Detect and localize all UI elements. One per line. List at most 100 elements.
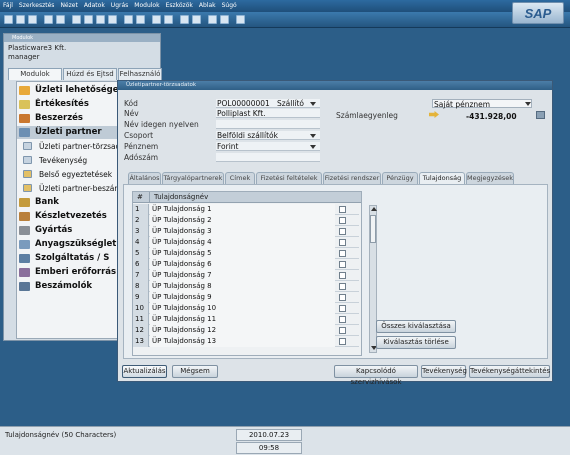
row-number: 10: [133, 303, 149, 314]
property-checkbox[interactable]: [339, 239, 346, 246]
currency-field[interactable]: Forint: [216, 142, 320, 151]
property-checkbox[interactable]: [339, 283, 346, 290]
scroll-thumb[interactable]: [370, 215, 376, 243]
find-icon[interactable]: [44, 15, 53, 24]
menu-file[interactable]: Fájl: [0, 0, 16, 12]
tab-drag-drop[interactable]: Húzd és Ejtsd: [63, 68, 117, 80]
toolbar: [0, 12, 570, 28]
scroll-up-icon[interactable]: [371, 207, 377, 211]
chevron-down-icon[interactable]: [310, 145, 316, 149]
next-record-icon[interactable]: [96, 15, 105, 24]
property-checkbox[interactable]: [339, 217, 346, 224]
tab-payment-terms[interactable]: Fizetési feltételek: [256, 172, 322, 184]
foreign-name-field[interactable]: [216, 120, 320, 129]
property-checkbox[interactable]: [339, 316, 346, 323]
related-service-calls-button[interactable]: Kapcsolódó szervizhívások: [334, 365, 418, 386]
table-row[interactable]: 6 ÜP Tulajdonság 6: [133, 259, 359, 270]
sort-icon[interactable]: [136, 15, 145, 24]
menu-tools[interactable]: Eszközök: [163, 0, 196, 12]
property-checkbox[interactable]: [339, 294, 346, 301]
tab-contact-persons[interactable]: Tárgyalópartnerek: [162, 172, 224, 184]
currency-select[interactable]: Saját pénznem: [432, 99, 532, 109]
menu-goto[interactable]: Ugrás: [108, 0, 131, 12]
tab-remarks[interactable]: Megjegyzések: [466, 172, 514, 184]
menu-modules[interactable]: Modulok: [131, 0, 162, 12]
group-field[interactable]: Belföldi szállítók: [216, 131, 320, 140]
settings-icon[interactable]: [180, 15, 189, 24]
update-button[interactable]: Aktualizálás: [122, 365, 167, 378]
balance-value: -431.928,00: [466, 112, 517, 121]
target-document-icon[interactable]: [164, 15, 173, 24]
bp-window-title[interactable]: Üzletipartner-törzsadatok: [118, 81, 552, 90]
code-field[interactable]: POL00000001 Szállító: [216, 99, 320, 108]
tab-accounting[interactable]: Pénzügy: [382, 172, 418, 184]
menu-edit[interactable]: Szerkesztés: [16, 0, 58, 12]
tab-payment-system[interactable]: Fizetési rendszer: [323, 172, 381, 184]
property-checkbox[interactable]: [339, 261, 346, 268]
activity-button[interactable]: Tevékenység: [421, 365, 467, 378]
table-row[interactable]: 12 ÜP Tulajdonság 12: [133, 325, 359, 336]
base-document-icon[interactable]: [152, 15, 161, 24]
calendar-icon[interactable]: [192, 15, 201, 24]
menu-data[interactable]: Adatok: [81, 0, 108, 12]
last-record-icon[interactable]: [108, 15, 117, 24]
property-checkbox[interactable]: [339, 250, 346, 257]
table-row[interactable]: 10 ÜP Tulajdonság 10: [133, 303, 359, 314]
tax-id-field[interactable]: [216, 153, 320, 162]
first-record-icon[interactable]: [72, 15, 81, 24]
table-row[interactable]: 5 ÜP Tulajdonság 5: [133, 248, 359, 259]
table-row[interactable]: 9 ÜP Tulajdonság 9: [133, 292, 359, 303]
link-arrow-icon[interactable]: [429, 111, 439, 118]
menu-help[interactable]: Súgó: [219, 0, 240, 12]
select-all-button[interactable]: Összes kiválasztása: [376, 320, 456, 333]
table-row[interactable]: 7 ÜP Tulajdonság 7: [133, 270, 359, 281]
table-row[interactable]: 11 ÜP Tulajdonság 11: [133, 314, 359, 325]
property-checkbox[interactable]: [339, 272, 346, 279]
balance-label: Számlaegyenleg: [336, 111, 398, 120]
folder-icon: [23, 184, 32, 192]
calculator-icon[interactable]: [208, 15, 217, 24]
cancel-button[interactable]: Mégsem: [172, 365, 218, 378]
help-icon[interactable]: [236, 15, 245, 24]
messages-icon[interactable]: [220, 15, 229, 24]
row-number: 4: [133, 237, 149, 248]
chart-icon[interactable]: [536, 111, 545, 119]
clear-selection-button[interactable]: Kiválasztás törlése: [376, 336, 456, 349]
tab-addresses[interactable]: Címek: [225, 172, 255, 184]
property-checkbox[interactable]: [339, 305, 346, 312]
menu-window[interactable]: Ablak: [196, 0, 219, 12]
table-row[interactable]: 2 ÜP Tulajdonság 2: [133, 215, 359, 226]
property-checkbox[interactable]: [339, 327, 346, 334]
table-row[interactable]: 8 ÜP Tulajdonság 8: [133, 281, 359, 292]
tab-modules[interactable]: Modulok: [8, 68, 62, 80]
tab-user[interactable]: Felhasználó: [118, 68, 162, 80]
prev-record-icon[interactable]: [84, 15, 93, 24]
preview-icon[interactable]: [16, 15, 25, 24]
property-name: ÜP Tulajdonság 5: [150, 248, 335, 259]
menu-view[interactable]: Nézet: [57, 0, 80, 12]
purchasing-icon: [19, 114, 30, 123]
property-checkbox[interactable]: [339, 206, 346, 213]
chevron-down-icon[interactable]: [310, 102, 316, 106]
property-checkbox[interactable]: [339, 228, 346, 235]
property-checkbox[interactable]: [339, 338, 346, 345]
tab-general[interactable]: Általános: [128, 172, 161, 184]
filter-icon[interactable]: [124, 15, 133, 24]
activity-overview-button[interactable]: Tevékenységáttekintés: [469, 365, 550, 378]
tab-properties[interactable]: Tulajdonság: [419, 172, 465, 184]
row-number: 8: [133, 281, 149, 292]
table-row[interactable]: 13 ÜP Tulajdonság 13: [133, 336, 359, 347]
add-icon[interactable]: [56, 15, 65, 24]
sap-logo: SAP: [512, 2, 564, 24]
chevron-down-icon[interactable]: [525, 102, 531, 106]
table-row[interactable]: 3 ÜP Tulajdonság 3: [133, 226, 359, 237]
table-row[interactable]: 4 ÜP Tulajdonság 4: [133, 237, 359, 248]
modules-window-title[interactable]: Modulok: [4, 34, 160, 42]
property-name: ÜP Tulajdonság 1: [150, 204, 335, 215]
table-row[interactable]: 1 ÜP Tulajdonság 1: [133, 204, 359, 215]
property-name: ÜP Tulajdonság 6: [150, 259, 335, 270]
print-icon[interactable]: [4, 15, 13, 24]
name-field[interactable]: Polliplast Kft.: [216, 109, 320, 118]
email-icon[interactable]: [28, 15, 37, 24]
chevron-down-icon[interactable]: [310, 134, 316, 138]
